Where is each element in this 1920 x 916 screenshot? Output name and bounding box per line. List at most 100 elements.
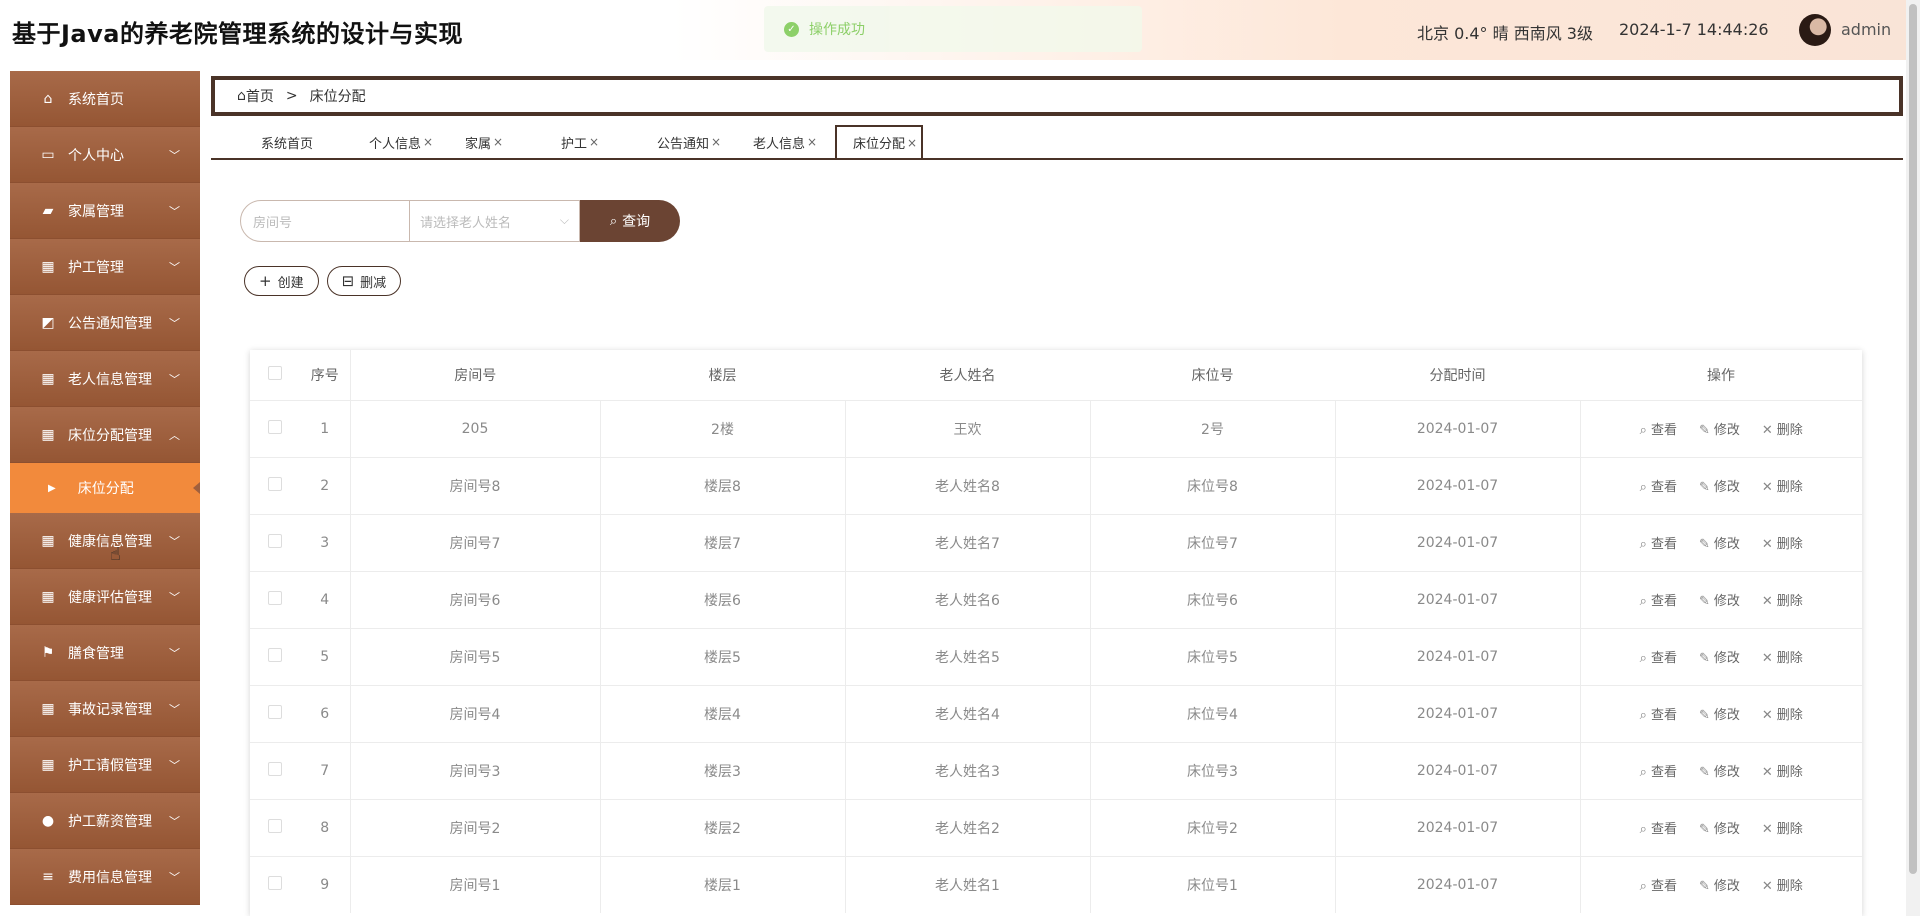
edit-button[interactable]: ✎ 修改 (1699, 875, 1740, 894)
tab[interactable]: 系统首页 (211, 126, 351, 158)
view-button[interactable]: ⌕ 查看 (1640, 647, 1677, 666)
tab[interactable]: 床位分配 × (835, 125, 923, 158)
edit-button[interactable]: ✎ 修改 (1699, 476, 1740, 495)
sidebar-subitem-bed-allocation[interactable]: ▶ 床位分配 (10, 463, 200, 513)
delete-button-label: 删除 (1776, 879, 1803, 895)
tab[interactable]: 家属 × (447, 126, 543, 158)
breadcrumb-home[interactable]: 首页 (246, 86, 274, 106)
table-cell: 房间号3 (349, 741, 600, 799)
delete-button[interactable]: ✕ 删除 (1762, 533, 1803, 552)
edit-button[interactable]: ✎ 修改 (1699, 647, 1740, 666)
delete-button[interactable]: ✕ 删除 (1762, 704, 1803, 723)
sidebar-item[interactable]: ● 护工薪资管理 ﹀ (10, 793, 200, 849)
sidebar-item-label: 护工薪资管理 (68, 813, 152, 830)
home-icon: ⌂ (43, 90, 53, 107)
view-button[interactable]: ⌕ 查看 (1640, 818, 1677, 837)
view-button[interactable]: ⌕ 查看 (1640, 875, 1677, 894)
pencil-icon: ✎ (1698, 651, 1710, 666)
sidebar-item[interactable]: ⌂ 系统首页 (10, 71, 200, 127)
tab-label: 护工 (561, 136, 588, 152)
active-indicator (193, 482, 200, 494)
elder-select-placeholder: 请选择老人姓名 (420, 215, 512, 231)
delete-selected-button[interactable]: ⊟ 删减 (326, 266, 402, 296)
edit-button[interactable]: ✎ 修改 (1699, 704, 1740, 723)
tab[interactable]: 老人信息 × (735, 126, 831, 158)
table-cell: 房间号4 (349, 684, 600, 742)
username[interactable]: admin (1841, 20, 1891, 39)
row-checkbox[interactable] (250, 855, 300, 913)
sidebar-item[interactable]: ≡ 费用信息管理 ﹀ (10, 849, 200, 905)
sidebar-item[interactable]: ◩ 公告通知管理 ﹀ (10, 295, 200, 351)
table-row: 5 房间号5 楼层5 老人姓名5 床位号5 2024-01-07 ⌕ 查看 ✎ 修改 ✕ 删除 (250, 627, 1862, 685)
close-icon: ✕ (1761, 594, 1773, 609)
close-icon[interactable]: × (807, 135, 817, 149)
close-icon[interactable]: × (711, 135, 721, 149)
edit-button[interactable]: ✎ 修改 (1699, 533, 1740, 552)
sidebar-item[interactable]: ⚑ 膳食管理 ﹀ (10, 625, 200, 681)
table-cell: 房间号2 (349, 798, 600, 856)
sidebar-item[interactable]: ▦ 床位分配管理 ︿ (10, 407, 200, 463)
edit-button[interactable]: ✎ 修改 (1699, 761, 1740, 780)
view-button[interactable]: ⌕ 查看 (1640, 533, 1677, 552)
edit-button[interactable]: ✎ 修改 (1699, 818, 1740, 837)
select-all-checkbox[interactable] (250, 350, 300, 400)
search-button[interactable]: ⌕ 查询 (580, 200, 680, 242)
sidebar-item[interactable]: ▭ 个人中心 ﹀ (10, 127, 200, 183)
row-checkbox[interactable] (250, 570, 300, 628)
delete-button[interactable]: ✕ 删除 (1762, 647, 1803, 666)
row-checkbox[interactable] (250, 684, 300, 742)
sidebar-item[interactable]: ▦ 健康信息管理 ﹀ (10, 513, 200, 569)
view-button-label: 查看 (1650, 537, 1677, 552)
row-checkbox[interactable] (250, 741, 300, 799)
sidebar-item[interactable]: ▦ 健康评估管理 ﹀ (10, 569, 200, 625)
close-icon[interactable]: × (907, 136, 917, 150)
grid-icon: ▦ (41, 370, 55, 387)
tab[interactable]: 公告通知 × (639, 126, 735, 158)
avatar[interactable] (1799, 14, 1831, 46)
edit-button[interactable]: ✎ 修改 (1699, 419, 1740, 438)
delete-button[interactable]: ✕ 删除 (1762, 590, 1803, 609)
home-icon[interactable]: ⌂ (237, 88, 246, 104)
row-checkbox[interactable] (250, 399, 300, 457)
user-icon: ● (41, 812, 55, 829)
vertical-scrollbar[interactable] (1906, 0, 1920, 916)
scrollbar-thumb[interactable] (1909, 4, 1917, 874)
tab[interactable]: 护工 × (543, 126, 639, 158)
table-row: 1 205 2楼 王欢 2号 2024-01-07 ⌕ 查看 ✎ 修改 ✕ 删除 (250, 399, 1862, 457)
view-button[interactable]: ⌕ 查看 (1640, 419, 1677, 438)
delete-button[interactable]: ✕ 删除 (1762, 761, 1803, 780)
delete-button[interactable]: ✕ 删除 (1762, 476, 1803, 495)
delete-button[interactable]: ✕ 删除 (1762, 419, 1803, 438)
delete-button[interactable]: ✕ 删除 (1762, 818, 1803, 837)
view-button[interactable]: ⌕ 查看 (1640, 761, 1677, 780)
sidebar-item[interactable]: ▦ 护工管理 ﹀ (10, 239, 200, 295)
edit-button-label: 修改 (1713, 423, 1740, 438)
sidebar-item[interactable]: ▦ 事故记录管理 ﹀ (10, 681, 200, 737)
view-button[interactable]: ⌕ 查看 (1640, 704, 1677, 723)
view-button[interactable]: ⌕ 查看 (1640, 590, 1677, 609)
view-button-label: 查看 (1650, 651, 1677, 666)
edit-button[interactable]: ✎ 修改 (1699, 590, 1740, 609)
row-actions: ⌕ 查看 ✎ 修改 ✕ 删除 (1579, 741, 1862, 799)
row-checkbox[interactable] (250, 627, 300, 685)
close-icon[interactable]: × (493, 135, 503, 149)
close-icon[interactable]: × (423, 135, 433, 149)
create-button[interactable]: + 创建 (244, 266, 319, 296)
sidebar-item[interactable]: ▰ 家属管理 ﹀ (10, 183, 200, 239)
row-checkbox[interactable] (250, 513, 300, 571)
row-checkbox[interactable] (250, 798, 300, 856)
sidebar-item[interactable]: ▦ 老人信息管理 ﹀ (10, 351, 200, 407)
elder-name-select[interactable]: 请选择老人姓名 ⌵ (410, 200, 580, 242)
view-button[interactable]: ⌕ 查看 (1640, 476, 1677, 495)
room-number-input[interactable]: 房间号 (240, 200, 410, 242)
table-cell: 2024-01-07 (1334, 855, 1580, 913)
pencil-icon: ✎ (1698, 822, 1710, 837)
tab[interactable]: 个人信息 × (351, 126, 447, 158)
breadcrumb-separator: > (285, 88, 298, 104)
row-checkbox[interactable] (250, 456, 300, 514)
sidebar-item[interactable]: ▦ 护工请假管理 ﹀ (10, 737, 200, 793)
close-icon[interactable]: × (589, 135, 599, 149)
table-cell: 床位号7 (1089, 513, 1335, 571)
delete-button[interactable]: ✕ 删除 (1762, 875, 1803, 894)
sliders-icon: ≡ (42, 868, 54, 885)
